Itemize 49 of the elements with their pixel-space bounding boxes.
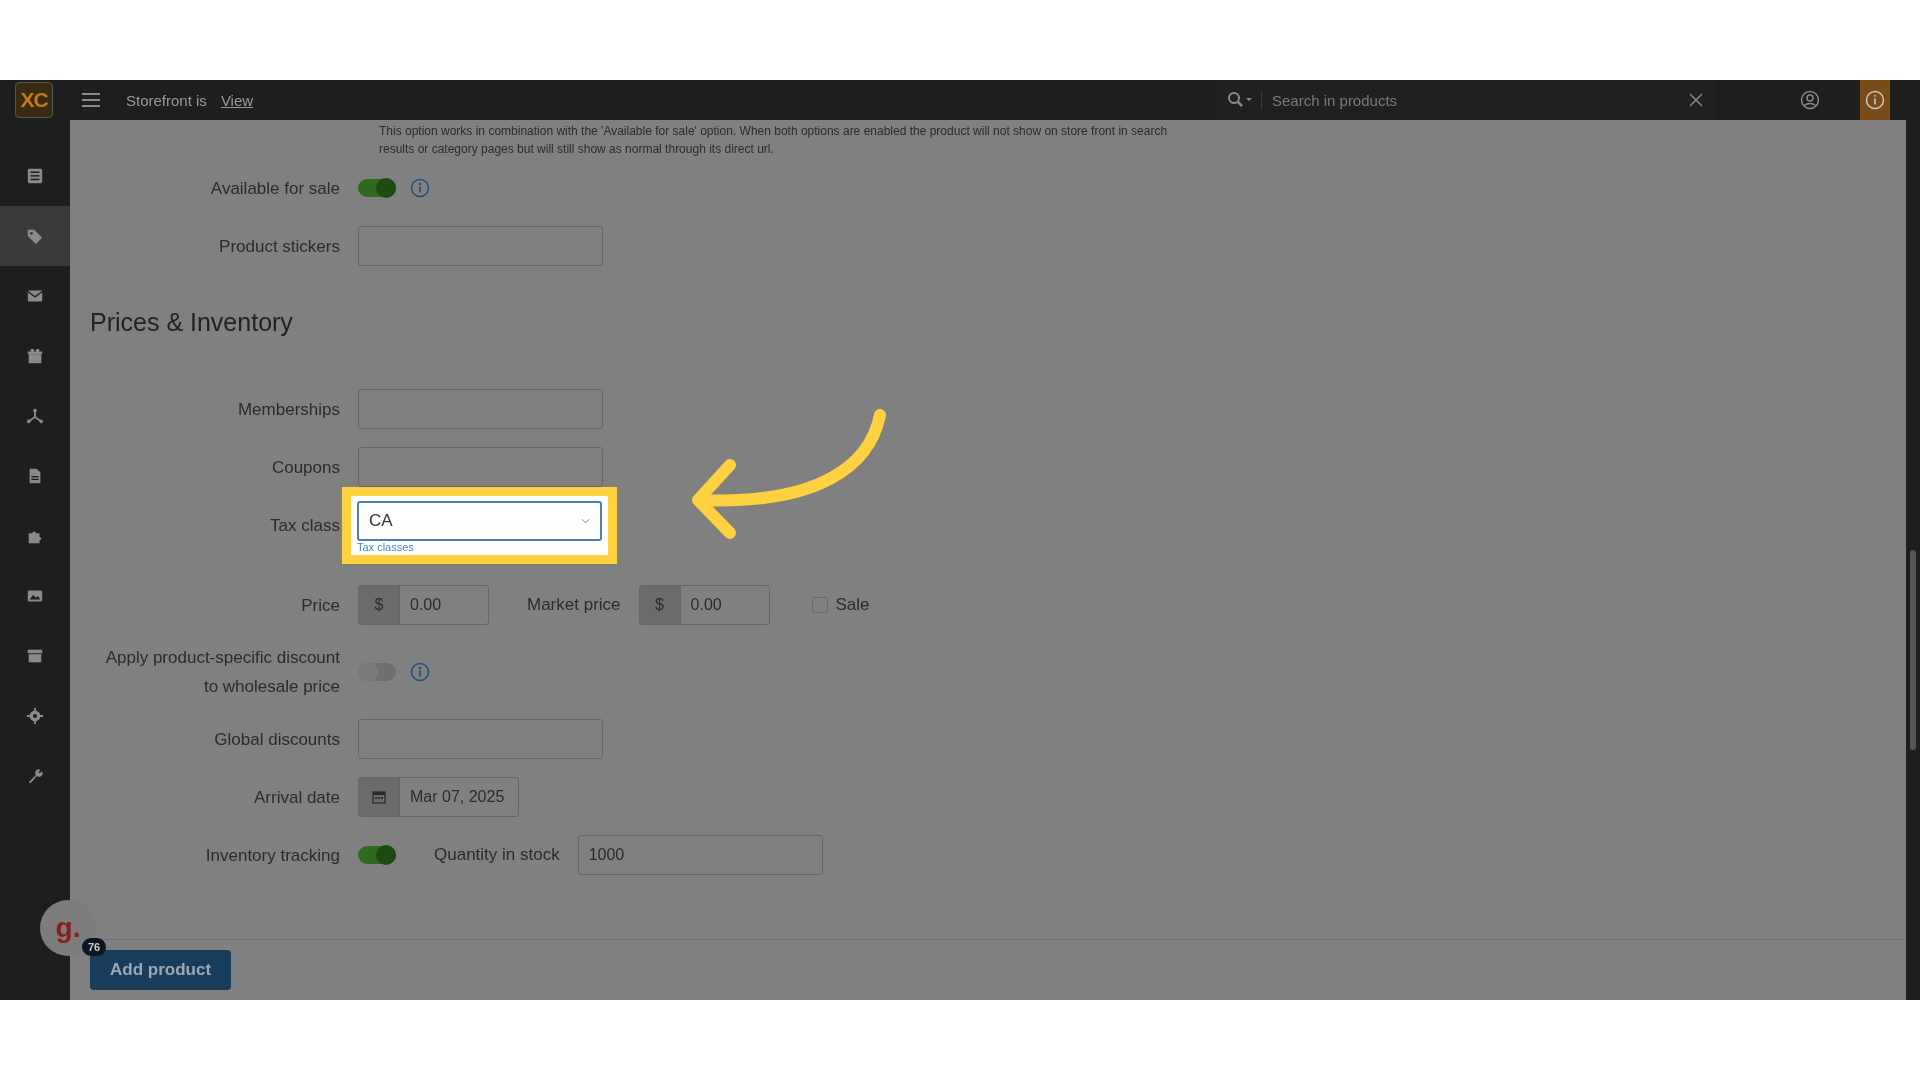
info-icon [1865, 90, 1885, 110]
help-text: This option works in combination with the 'Available for sale' option. When both options are enabled the product will not show on store front in search results or category pages but will still show as normal through its direct url. [379, 123, 1169, 158]
field-label: Arrival date [253, 786, 340, 809]
text-field[interactable] [358, 447, 603, 487]
close-icon[interactable] [1689, 93, 1703, 107]
add-product-button[interactable]: Add product [90, 950, 232, 990]
field-label: Memberships [236, 398, 340, 421]
field-label: Quantity in stock [434, 845, 560, 865]
tag-icon [26, 227, 44, 245]
search-icon[interactable] [1227, 91, 1253, 109]
checkbox-label: Sale [835, 595, 870, 615]
gift-icon [26, 347, 44, 365]
logo[interactable]: XC [15, 82, 53, 118]
text-field[interactable] [358, 719, 603, 759]
field-label: Market price [527, 595, 621, 615]
quantity-field[interactable]: 1000 [577, 835, 823, 875]
store-icon [26, 647, 44, 665]
info-icon[interactable] [410, 662, 430, 682]
chevron-icon [581, 518, 590, 524]
market-price-field[interactable]: $ 0.00 [638, 585, 770, 625]
field-label: Global discounts [213, 728, 340, 751]
price-field[interactable]: $ 0.00 [358, 585, 489, 625]
date-field[interactable]: Mar 07, 2025 [358, 777, 519, 817]
section-heading: Prices & Inventory [90, 308, 294, 337]
network-icon [26, 407, 44, 425]
tax-class-select[interactable]: CA [357, 501, 602, 541]
field-label: Product stickers [218, 235, 340, 258]
field-label: Available for sale [209, 177, 340, 200]
info-button[interactable] [1860, 80, 1890, 120]
user-icon[interactable] [1800, 90, 1820, 110]
field-label: Apply product-specific discount to wholesale price [104, 647, 340, 698]
list-icon [26, 167, 44, 185]
sidebar-item[interactable] [0, 206, 70, 266]
calendar-icon [372, 790, 386, 804]
storefront-status: Storefront is [126, 91, 207, 109]
field-label: Tax class [269, 515, 340, 537]
info-icon[interactable] [410, 178, 430, 198]
field-label: Inventory tracking [204, 844, 340, 867]
view-link[interactable]: View [220, 91, 254, 109]
toggle-switch[interactable] [358, 846, 396, 864]
wrench-icon [26, 767, 44, 785]
text-field[interactable] [358, 389, 603, 429]
toggle-switch[interactable] [358, 179, 396, 197]
menu-icon[interactable] [82, 93, 100, 107]
search-field[interactable]: Search in products [1261, 90, 1681, 110]
text-field[interactable] [358, 226, 603, 266]
field-label: Price [300, 594, 340, 617]
tax-classes-link[interactable]: Tax classes [357, 541, 602, 553]
field-label: Coupons [270, 456, 340, 479]
